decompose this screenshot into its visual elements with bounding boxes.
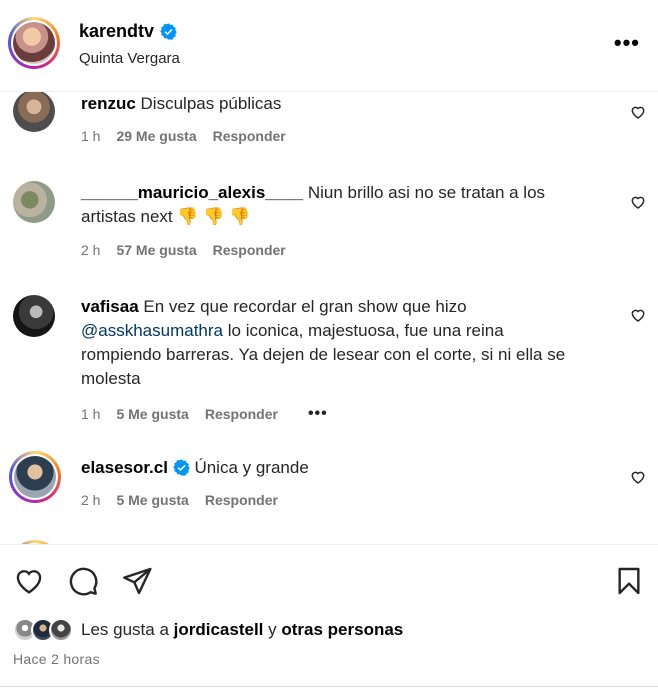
comment-time[interactable]: 1 h <box>81 128 100 144</box>
post-header: karendtv Quinta Vergara ••• <box>0 0 658 92</box>
commenter-avatar[interactable] <box>13 181 55 223</box>
comment-text: En vez que recordar el gran show que hiz… <box>143 297 467 316</box>
comment-username[interactable]: vafisaa <box>81 297 139 316</box>
verified-badge-icon <box>172 459 190 476</box>
comment-text: Disculpas públicas <box>140 94 282 113</box>
comment-text: lo iconica, majestuosa, fue una reina <box>227 321 504 340</box>
comment-time[interactable]: 2 h <box>81 492 100 508</box>
comment-username[interactable]: renzuc <box>81 94 136 113</box>
liker-username[interactable]: jordicastell <box>174 620 264 639</box>
post-location[interactable]: Quinta Vergara <box>79 50 180 67</box>
comment-username[interactable]: elasesor.cl <box>81 458 168 477</box>
comment-text: Única y grande <box>194 458 309 477</box>
verified-badge-icon <box>160 23 177 40</box>
divider <box>0 544 658 545</box>
comments-list[interactable]: renzuc Disculpas públicas 1 h 29 Me gust… <box>0 92 658 544</box>
reply-button[interactable]: Responder <box>205 492 278 508</box>
divider <box>0 686 658 687</box>
reply-button[interactable]: Responder <box>213 242 286 258</box>
commenter-avatar[interactable] <box>13 92 55 132</box>
heart-icon[interactable] <box>630 194 646 210</box>
reply-button[interactable]: Responder <box>205 406 278 422</box>
comment-more-icon[interactable]: ••• <box>308 405 328 423</box>
liker-avatars[interactable] <box>13 618 73 642</box>
bookmark-icon[interactable] <box>613 565 645 597</box>
comment-text: artistas next 👎 👎 👎 <box>81 207 251 226</box>
more-horizontal-icon[interactable]: ••• <box>614 30 640 56</box>
comment-text: Niun brillo asi no se tratan a los <box>307 183 546 202</box>
others-link[interactable]: otras personas <box>281 620 403 639</box>
post-timestamp[interactable]: Hace 2 horas <box>13 651 100 667</box>
comment-likes[interactable]: 5 Me gusta <box>116 492 188 508</box>
comment-text: molesta <box>81 369 141 388</box>
comment-likes[interactable]: 57 Me gusta <box>116 242 196 258</box>
post-username[interactable]: karendtv <box>79 21 177 42</box>
comment-time[interactable]: 2 h <box>81 242 100 258</box>
likes-summary: Les gusta a jordicastell y otras persona… <box>13 618 403 642</box>
comment-bubble-icon[interactable] <box>67 565 99 597</box>
heart-icon[interactable] <box>630 469 646 485</box>
like-heart-icon[interactable] <box>13 565 45 597</box>
share-send-icon[interactable] <box>121 565 153 597</box>
heart-icon[interactable] <box>630 307 646 323</box>
commenter-avatar[interactable] <box>13 295 55 337</box>
comment-likes[interactable]: 29 Me gusta <box>116 128 196 144</box>
comment-mention[interactable]: @asskhasumathra <box>81 321 223 340</box>
commenter-avatar[interactable] <box>9 451 61 503</box>
comment-likes[interactable]: 5 Me gusta <box>116 406 188 422</box>
comment-text: rompiendo barreras. Ya dejen de lesear c… <box>81 345 566 364</box>
reply-button[interactable]: Responder <box>213 128 286 144</box>
likes-text: Les gusta a jordicastell y otras persona… <box>81 620 404 639</box>
heart-icon[interactable] <box>630 104 646 120</box>
action-bar <box>0 560 658 600</box>
liker-avatar <box>49 618 73 642</box>
profile-avatar[interactable] <box>8 17 60 69</box>
comment-username[interactable]: ______mauricio_alexis____ <box>81 183 303 202</box>
comment-time[interactable]: 1 h <box>81 406 100 422</box>
